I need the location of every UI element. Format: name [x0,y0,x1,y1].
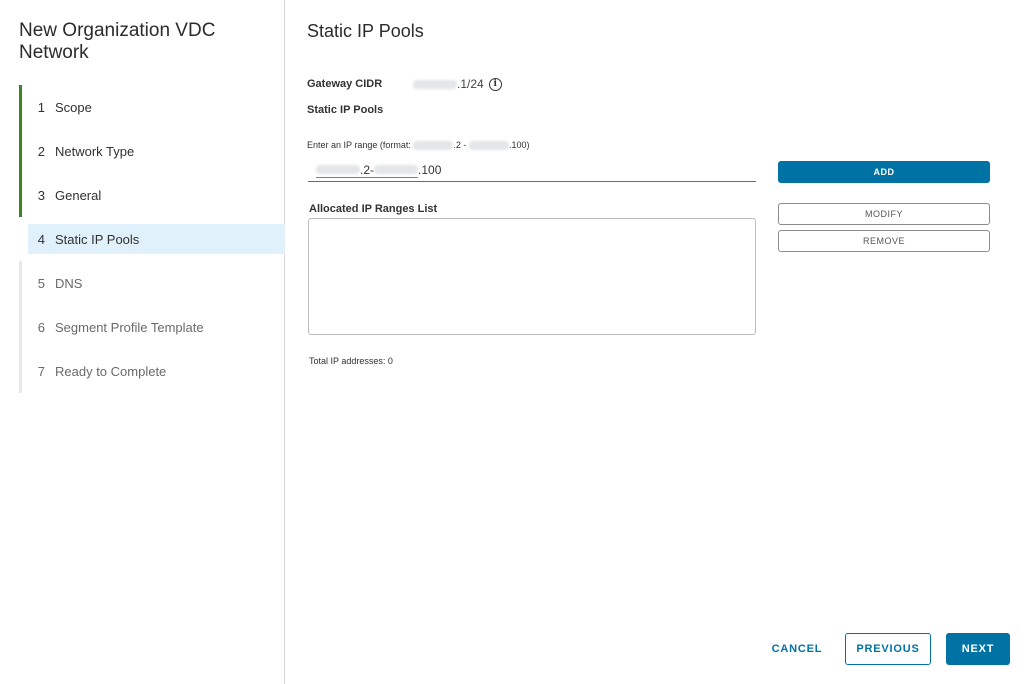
ip-range-input[interactable]: .2- .100 [308,159,756,182]
step-label: General [55,187,102,203]
wizard-title: New Organization VDC Network [19,20,216,63]
redacted-ip [468,140,509,150]
step-scope[interactable]: 1 Scope [19,85,285,129]
ip-range-start: .2- [316,162,375,178]
step-label: Scope [55,99,92,115]
redacted-ip [316,165,360,174]
step-label: DNS [55,275,83,291]
add-button[interactable]: ADD [778,161,990,183]
main-panel: Static IP Pools Gateway CIDR .1/24 i Sta… [285,0,1030,684]
step-number: 4 [37,231,45,247]
step-number: 7 [37,363,45,379]
static-ip-pools-label: Static IP Pools [307,104,384,116]
step-label: Ready to Complete [55,363,167,379]
step-ready-to-complete[interactable]: 7 Ready to Complete [19,349,285,393]
gateway-cidr-suffix: .1/24 [457,77,484,91]
redacted-ip [374,165,419,174]
step-number: 2 [37,143,45,159]
ip-range-end-suffix: .100 [418,163,442,177]
step-label: Network Type [55,143,135,159]
step-network-type[interactable]: 2 Network Type [19,129,285,173]
step-label: Static IP Pools [55,231,140,247]
allocated-ranges-list[interactable] [308,218,756,335]
step-number: 3 [37,187,45,203]
redacted-ip [413,79,457,89]
step-dns[interactable]: 5 DNS [19,261,285,305]
step-static-ip-pools[interactable]: 4 Static IP Pools [19,217,285,261]
step-general[interactable]: 3 General [19,173,285,217]
remove-button[interactable]: REMOVE [778,230,990,252]
allocated-ranges-label: Allocated IP Ranges List [309,203,438,215]
ip-range-hint: Enter an IP range (format: .2 - .100) [307,140,529,150]
step-segment-profile-template[interactable]: 6 Segment Profile Template [19,305,285,349]
next-button[interactable]: NEXT [946,633,1010,665]
page-title: Static IP Pools [307,21,424,41]
step-label: Segment Profile Template [55,319,204,335]
info-icon[interactable]: i [488,77,502,91]
range-hint-mid: .2 - [453,140,467,150]
step-number: 1 [37,99,45,115]
wizard-steps: 1 Scope 2 Network Type 3 General 4 Stati… [19,85,285,393]
range-hint-prefix: Enter an IP range (format: [307,140,411,150]
redacted-ip [413,140,454,150]
step-number: 5 [37,275,45,291]
ip-range-end [374,162,419,178]
gateway-cidr-label: Gateway CIDR [307,78,383,90]
cancel-button[interactable]: CANCEL [761,638,833,660]
wizard-sidebar: New Organization VDC Network 1 Scope 2 N… [0,0,285,684]
range-hint-suffix: .100) [508,140,530,150]
previous-button[interactable]: PREVIOUS [845,633,931,665]
modify-button[interactable]: MODIFY [778,203,990,225]
gateway-cidr-value: .1/24 i [413,77,502,91]
total-ip-addresses: Total IP addresses: 0 [309,356,393,366]
step-number: 6 [37,319,45,335]
ip-range-start-suffix: .2- [360,162,375,177]
